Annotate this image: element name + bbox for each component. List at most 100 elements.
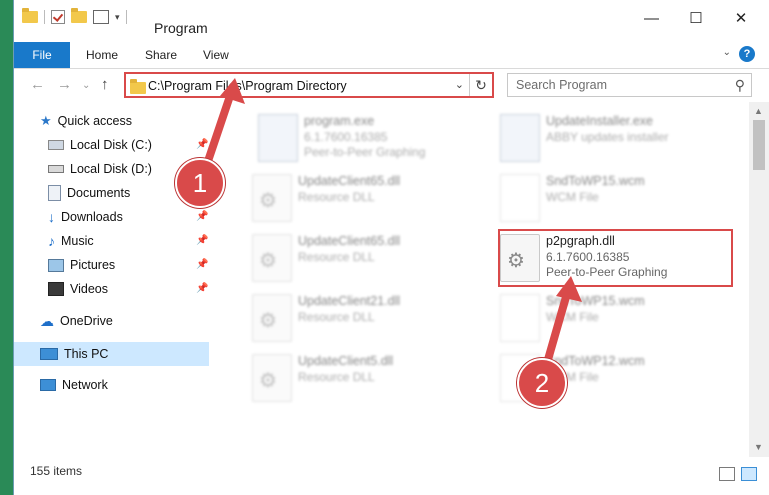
callout-2: 2 — [517, 358, 567, 408]
download-icon: ↓ — [48, 209, 55, 225]
dll-icon — [252, 234, 292, 282]
file-item[interactable]: UpdateClient65.dll Resource DLL — [252, 228, 492, 286]
file-detail: Resource DLL — [298, 370, 375, 384]
file-detail: WCM File — [546, 190, 599, 204]
details-view-icon[interactable] — [719, 467, 735, 481]
file-name: UpdateClient65.dll — [298, 174, 401, 188]
tab-home[interactable]: Home — [86, 48, 118, 62]
file-name: SndToWP15.wcm — [546, 174, 645, 188]
file-item[interactable]: UpdateClient21.dll Resource DLL — [252, 288, 492, 346]
tab-view[interactable]: View — [203, 48, 229, 62]
vertical-scrollbar[interactable]: ▲ ▼ — [749, 102, 769, 457]
file-item[interactable]: SndToWP15.wcm WCM File — [500, 288, 740, 346]
file-detail: Resource DLL — [298, 250, 375, 264]
navigation-bar: ← → ⌄ ↑ C:\Program Files\Program Directo… — [14, 70, 769, 100]
pin-icon[interactable]: 📌 — [196, 139, 208, 150]
star-icon: ★ — [40, 113, 52, 128]
properties-icon[interactable] — [93, 10, 109, 24]
search-placeholder[interactable]: Search Program — [516, 78, 607, 92]
network-icon — [40, 379, 56, 391]
drive-icon — [48, 165, 64, 173]
pin-icon[interactable]: 📌 — [196, 235, 208, 246]
nav-onedrive[interactable]: ☁ OneDrive — [40, 310, 113, 332]
exe-icon — [500, 114, 540, 162]
document-icon — [500, 294, 540, 342]
minimize-button[interactable]: — — [644, 11, 659, 26]
refresh-icon[interactable]: ↻ — [469, 74, 492, 96]
maximize-button[interactable]: ☐ — [689, 11, 703, 26]
pin-icon[interactable]: 📌 — [196, 283, 208, 294]
folder-icon — [130, 79, 146, 94]
nav-item-music[interactable]: ♪ Music — [48, 230, 94, 252]
ribbon-tabs: File Home Share View ⌄ ? — [14, 42, 769, 69]
nav-item-local-disk-d[interactable]: Local Disk (D:) — [48, 158, 152, 180]
videos-icon — [48, 282, 64, 296]
quick-access-toolbar: ▾ — [22, 8, 127, 24]
file-name: UpdateClient21.dll — [298, 294, 401, 308]
pictures-icon — [48, 258, 64, 272]
properties-check-icon[interactable] — [51, 10, 65, 24]
search-box[interactable]: Search Program ⚲ — [507, 73, 752, 97]
file-detail: Peer-to-Peer Graphing — [304, 145, 426, 159]
scrollbar-thumb[interactable] — [753, 120, 765, 170]
computer-icon — [40, 348, 58, 360]
address-bar[interactable]: C:\Program Files\Program Directory ⌄ ↻ — [124, 72, 494, 98]
tab-share[interactable]: Share — [145, 48, 177, 62]
nav-item-downloads[interactable]: ↓ Downloads — [48, 206, 123, 228]
file-name: UpdateClient5.dll — [298, 354, 394, 368]
nav-label: This PC — [64, 347, 109, 361]
nav-label: Network — [62, 378, 108, 392]
window-title: Program — [154, 20, 208, 36]
highlight-box — [498, 229, 733, 287]
navigation-pane: ★ Quick access Local Disk (C:) 📌 Local D… — [14, 108, 210, 453]
new-folder-icon[interactable] — [71, 8, 87, 23]
tab-file[interactable]: File — [14, 42, 70, 68]
help-icon[interactable]: ? — [739, 46, 755, 62]
recent-locations-icon[interactable]: ⌄ — [82, 80, 90, 91]
address-dropdown-icon[interactable]: ⌄ — [455, 78, 464, 91]
file-detail: WCM File — [546, 310, 599, 324]
drive-icon — [48, 140, 64, 150]
nav-label: Local Disk (D:) — [70, 162, 152, 176]
chevron-down-icon[interactable]: ⌄ — [723, 47, 731, 58]
file-detail: 6.1.7600.16385 — [304, 130, 388, 144]
file-name: UpdateClient65.dll — [298, 234, 401, 248]
customize-toolbar-icon[interactable]: ▾ — [115, 12, 120, 23]
forward-arrow-icon[interactable]: → — [57, 76, 72, 93]
up-arrow-icon[interactable]: ↑ — [101, 76, 109, 93]
title-bar: ▾ Program — ☐ ✕ — [14, 0, 769, 38]
nav-label: Quick access — [57, 114, 132, 128]
nav-label: Videos — [70, 282, 108, 296]
scroll-down-icon[interactable]: ▼ — [754, 442, 763, 452]
pin-icon[interactable]: 📌 — [196, 211, 208, 222]
dll-icon — [252, 174, 292, 222]
pin-icon[interactable]: 📌 — [196, 259, 208, 270]
file-name: UpdateInstaller.exe — [546, 114, 654, 128]
item-count: 155 items — [30, 464, 83, 478]
nav-network[interactable]: Network — [40, 374, 108, 396]
file-item[interactable]: UpdateInstaller.exe ABBY updates install… — [500, 108, 740, 166]
file-item[interactable]: program.exe 6.1.7600.16385 Peer-to-Peer … — [258, 108, 498, 166]
music-icon: ♪ — [48, 233, 55, 249]
explorer-window: ▾ Program — ☐ ✕ File Home Share View ⌄ ?… — [14, 0, 769, 495]
search-icon[interactable]: ⚲ — [735, 77, 745, 94]
address-path[interactable]: C:\Program Files\Program Directory — [148, 79, 347, 93]
back-arrow-icon[interactable]: ← — [30, 76, 45, 93]
large-icons-view-icon[interactable] — [741, 467, 757, 481]
status-bar: 155 items — [14, 458, 769, 495]
folder-icon[interactable] — [22, 8, 38, 23]
scroll-up-icon[interactable]: ▲ — [754, 106, 763, 116]
nav-quick-access[interactable]: ★ Quick access — [40, 110, 132, 132]
file-item[interactable]: UpdateClient65.dll Resource DLL — [252, 168, 492, 226]
nav-item-videos[interactable]: Videos — [48, 278, 108, 300]
nav-label: Documents — [67, 186, 131, 200]
file-item[interactable]: UpdateClient5.dll Resource DLL — [252, 348, 492, 406]
close-button[interactable]: ✕ — [734, 11, 748, 26]
file-name: program.exe — [304, 114, 375, 128]
nav-item-local-disk-c[interactable]: Local Disk (C:) — [48, 134, 152, 156]
file-item[interactable]: SndToWP15.wcm WCM File — [500, 168, 740, 226]
file-name: SndToWP15.wcm — [546, 294, 645, 308]
nav-item-pictures[interactable]: Pictures — [48, 254, 115, 276]
nav-item-documents[interactable]: Documents — [48, 182, 130, 204]
nav-this-pc[interactable]: This PC — [40, 343, 108, 365]
